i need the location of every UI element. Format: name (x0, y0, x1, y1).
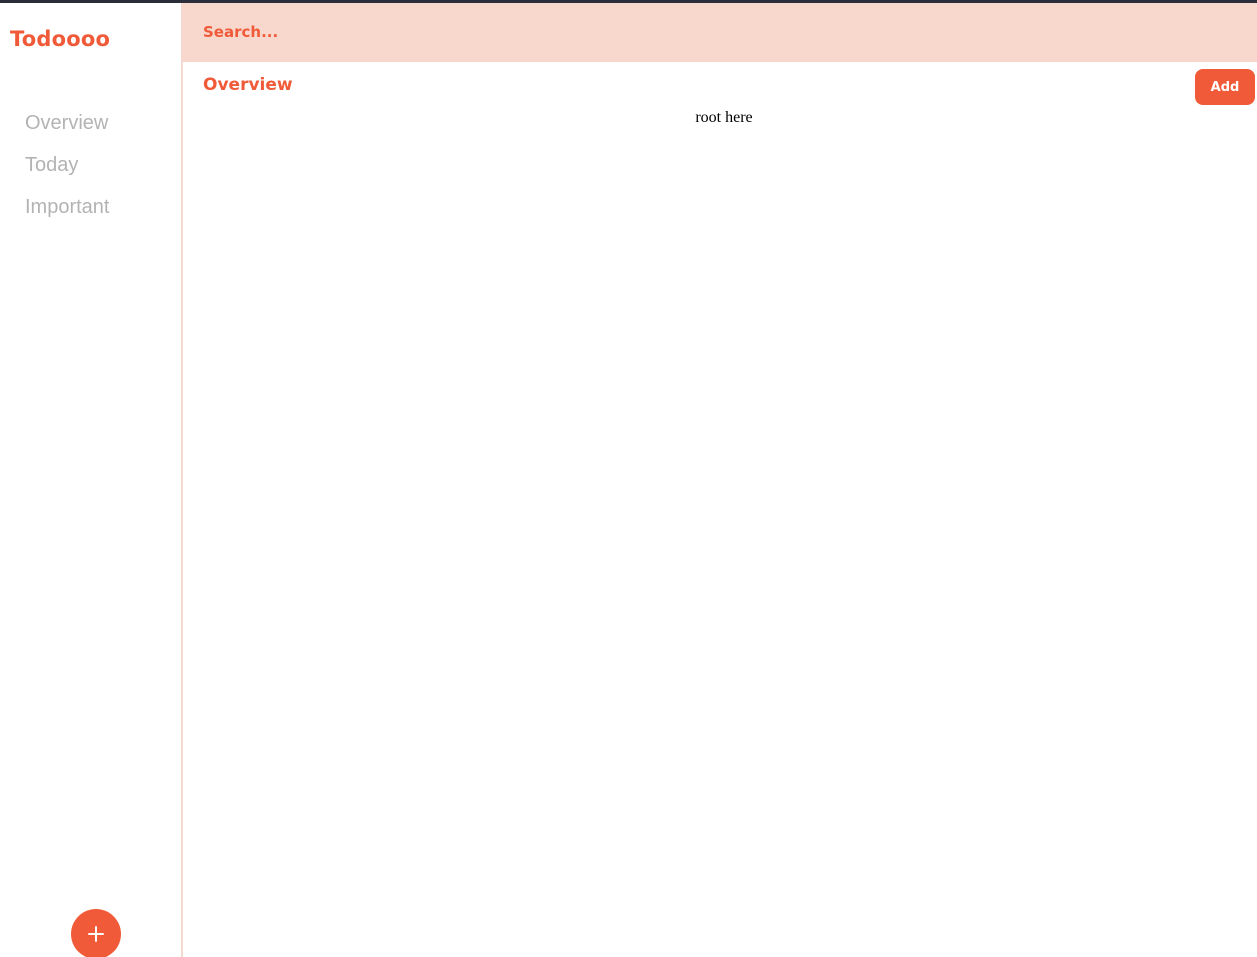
sidebar: Todoooo Overview Today Important (0, 3, 183, 957)
search-bar (183, 3, 1257, 62)
sidebar-item-today[interactable]: Today (25, 149, 109, 191)
sidebar-item-overview[interactable]: Overview (25, 107, 109, 149)
app-logo: Todoooo (10, 27, 111, 51)
main-content: Overview Add root here (183, 3, 1257, 957)
page-title: Overview (203, 75, 293, 95)
plus-icon (88, 926, 104, 942)
search-input[interactable] (203, 19, 803, 45)
app-window: Todoooo Overview Today Important Overvie… (0, 0, 1257, 957)
add-floating-button[interactable] (71, 909, 121, 957)
add-button[interactable]: Add (1195, 69, 1255, 105)
sidebar-nav: Overview Today Important (25, 107, 109, 233)
sidebar-item-important[interactable]: Important (25, 191, 109, 233)
root-placeholder-text: root here (695, 109, 753, 126)
